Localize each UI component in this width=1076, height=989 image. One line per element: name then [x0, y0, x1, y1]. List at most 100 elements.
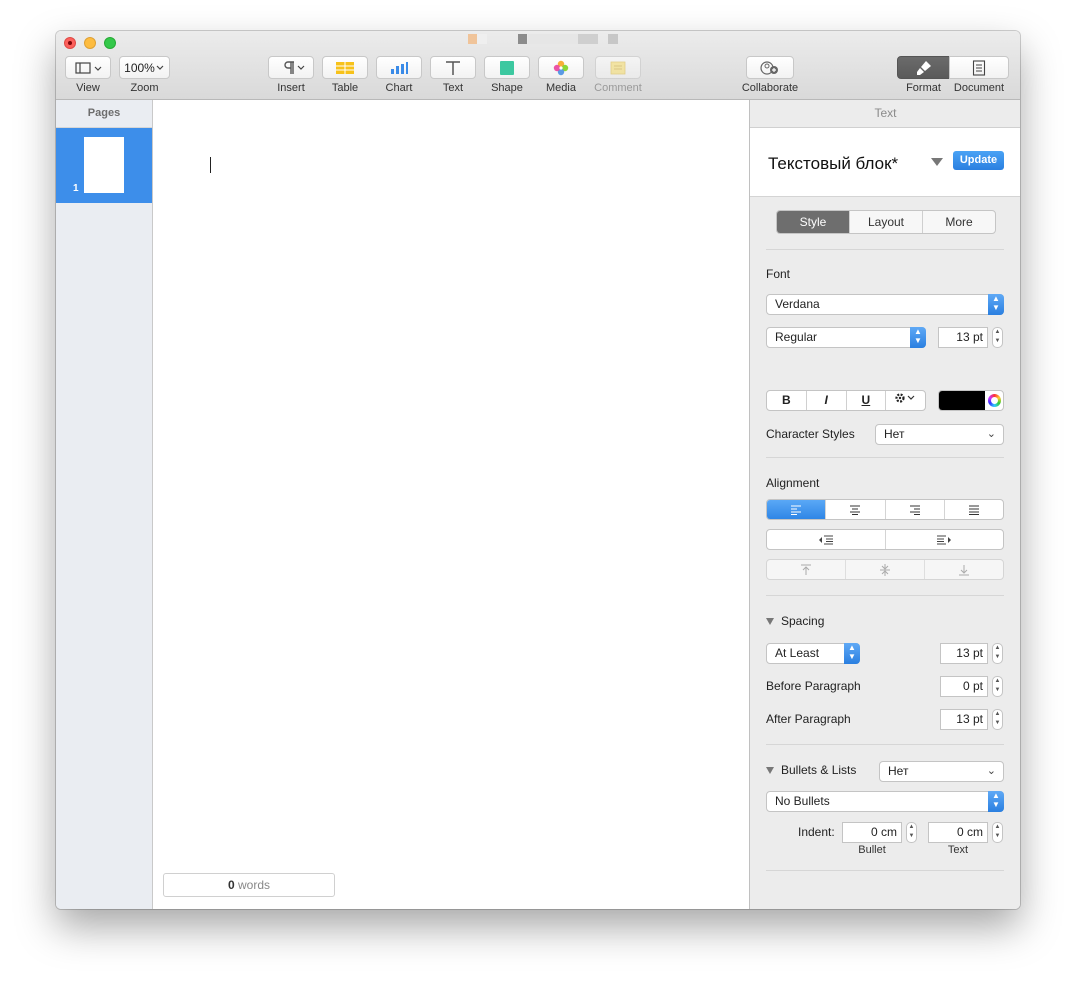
collaborate-button[interactable]	[746, 56, 794, 79]
collaborate-icon	[760, 60, 778, 75]
paragraph-style-section: Текстовый блок* Update	[750, 128, 1020, 197]
bold-button[interactable]: B	[767, 391, 807, 410]
color-wheel-icon[interactable]	[988, 394, 1001, 407]
typeface-popup[interactable]: Regular ▲ ▼	[766, 327, 926, 348]
zoom-popup[interactable]: 100%	[119, 56, 170, 79]
before-paragraph-field[interactable]: 0 pt	[940, 676, 988, 697]
pages-sidebar: Pages 1	[56, 100, 153, 909]
word-count[interactable]: 0 words	[163, 873, 335, 897]
popup-arrows-icon: ▲ ▼	[910, 327, 926, 348]
popup-arrows-icon: ▲ ▼	[988, 294, 1004, 315]
decrease-indent-button[interactable]	[767, 530, 886, 549]
chevron-down-icon: ⌄	[986, 428, 996, 440]
pages-window: View 100% Zoom Insert Table Chart Text S…	[56, 31, 1020, 909]
align-justify-button[interactable]	[945, 500, 1003, 519]
pages-sidebar-header: Pages	[56, 100, 152, 128]
media-button[interactable]	[538, 56, 584, 79]
insert-button[interactable]	[268, 56, 314, 79]
popup-arrows-icon: ▲ ▼	[988, 791, 1004, 812]
underline-button[interactable]: U	[847, 391, 887, 410]
align-top-icon	[801, 564, 811, 575]
align-center-button[interactable]	[826, 500, 886, 519]
decrease-indent-icon	[818, 535, 833, 544]
bullet-indent-stepper[interactable]: ▲ ▼	[906, 822, 917, 843]
disclosure-triangle-icon[interactable]	[766, 767, 774, 774]
table-button[interactable]	[322, 56, 368, 79]
advanced-options-button[interactable]	[886, 391, 925, 410]
table-icon	[336, 61, 354, 74]
divider	[766, 870, 1004, 871]
alignment-section-label: Alignment	[766, 476, 820, 490]
before-paragraph-stepper[interactable]: ▲ ▼	[992, 676, 1003, 697]
minimize-window-button[interactable]	[84, 37, 96, 49]
after-paragraph-field[interactable]: 13 pt	[940, 709, 988, 730]
view-button[interactable]	[65, 56, 111, 79]
italic-button[interactable]: I	[807, 391, 847, 410]
list-style-popup[interactable]: Нет ⌄	[879, 761, 1004, 782]
bullet-type-value: No Bullets	[775, 794, 830, 808]
alignment-buttons	[766, 499, 1004, 520]
tab-style[interactable]: Style	[777, 211, 850, 233]
line-spacing-popup[interactable]: At Least ▲ ▼	[766, 643, 860, 664]
align-center-icon	[850, 505, 861, 515]
page-number: 1	[73, 183, 79, 194]
character-style-value: Нет	[884, 427, 905, 441]
chevron-down-icon: ⌄	[986, 765, 996, 777]
bar-chart-icon	[391, 61, 408, 74]
tab-more[interactable]: More	[923, 211, 995, 233]
document-canvas[interactable]: 0 words	[153, 100, 748, 909]
maximize-window-button[interactable]	[104, 37, 116, 49]
text-indent-field[interactable]: 0 cm	[928, 822, 988, 843]
toolbar: View 100% Zoom Insert Table Chart Text S…	[56, 31, 1020, 100]
character-style-popup[interactable]: Нет ⌄	[875, 424, 1004, 445]
line-spacing-field[interactable]: 13 pt	[940, 643, 988, 664]
bullet-indent-field[interactable]: 0 cm	[842, 822, 902, 843]
align-middle-button[interactable]	[846, 560, 925, 579]
document-button[interactable]	[949, 56, 1009, 79]
text-color-swatch[interactable]	[939, 391, 985, 410]
gear-icon	[895, 393, 915, 403]
format-label: Format	[906, 82, 941, 94]
divider	[766, 249, 1004, 250]
align-left-icon	[791, 505, 802, 515]
text-icon	[446, 60, 460, 75]
format-button[interactable]	[897, 56, 950, 79]
list-style-value: Нет	[888, 764, 909, 778]
sidebar-layout-icon	[75, 61, 102, 74]
close-window-button[interactable]	[64, 37, 76, 49]
line-spacing-stepper[interactable]: ▲ ▼	[992, 643, 1003, 664]
chevron-down-icon	[156, 65, 164, 70]
paragraph-style-name[interactable]: Текстовый блок*	[768, 154, 898, 174]
align-justify-icon	[968, 505, 979, 515]
align-right-icon	[909, 505, 920, 515]
align-bottom-button[interactable]	[925, 560, 1003, 579]
indent-label: Indent:	[798, 825, 835, 839]
shape-button[interactable]	[484, 56, 530, 79]
bullet-type-popup[interactable]: No Bullets ▲ ▼	[766, 791, 1004, 812]
update-style-button[interactable]: Update	[953, 151, 1004, 170]
page-thumbnail[interactable]	[84, 137, 124, 193]
font-size-stepper[interactable]: ▲ ▼	[992, 327, 1003, 348]
text-format-buttons: B I U	[766, 390, 926, 411]
font-family-value: Verdana	[775, 297, 820, 311]
vertical-alignment-buttons	[766, 559, 1004, 580]
font-family-popup[interactable]: Verdana ▲ ▼	[766, 294, 1004, 315]
disclosure-triangle-icon[interactable]	[766, 618, 774, 625]
text-indent-stepper[interactable]: ▲ ▼	[992, 822, 1003, 843]
tab-layout[interactable]: Layout	[850, 211, 923, 233]
photos-icon	[553, 60, 569, 75]
text-color-well[interactable]	[938, 390, 1004, 411]
align-left-button[interactable]	[767, 500, 827, 519]
increase-indent-button[interactable]	[886, 530, 1004, 549]
page-thumbnail-item[interactable]: 1	[56, 128, 152, 203]
font-size-field[interactable]: 13 pt	[938, 327, 988, 348]
after-paragraph-label: After Paragraph	[766, 712, 851, 726]
text-button[interactable]	[430, 56, 476, 79]
before-paragraph-label: Before Paragraph	[766, 679, 861, 693]
align-top-button[interactable]	[767, 560, 846, 579]
after-paragraph-stepper[interactable]: ▲ ▼	[992, 709, 1003, 730]
comment-button[interactable]	[595, 56, 641, 79]
chart-button[interactable]	[376, 56, 422, 79]
paragraph-style-menu-icon[interactable]	[931, 158, 943, 166]
align-right-button[interactable]	[886, 500, 945, 519]
